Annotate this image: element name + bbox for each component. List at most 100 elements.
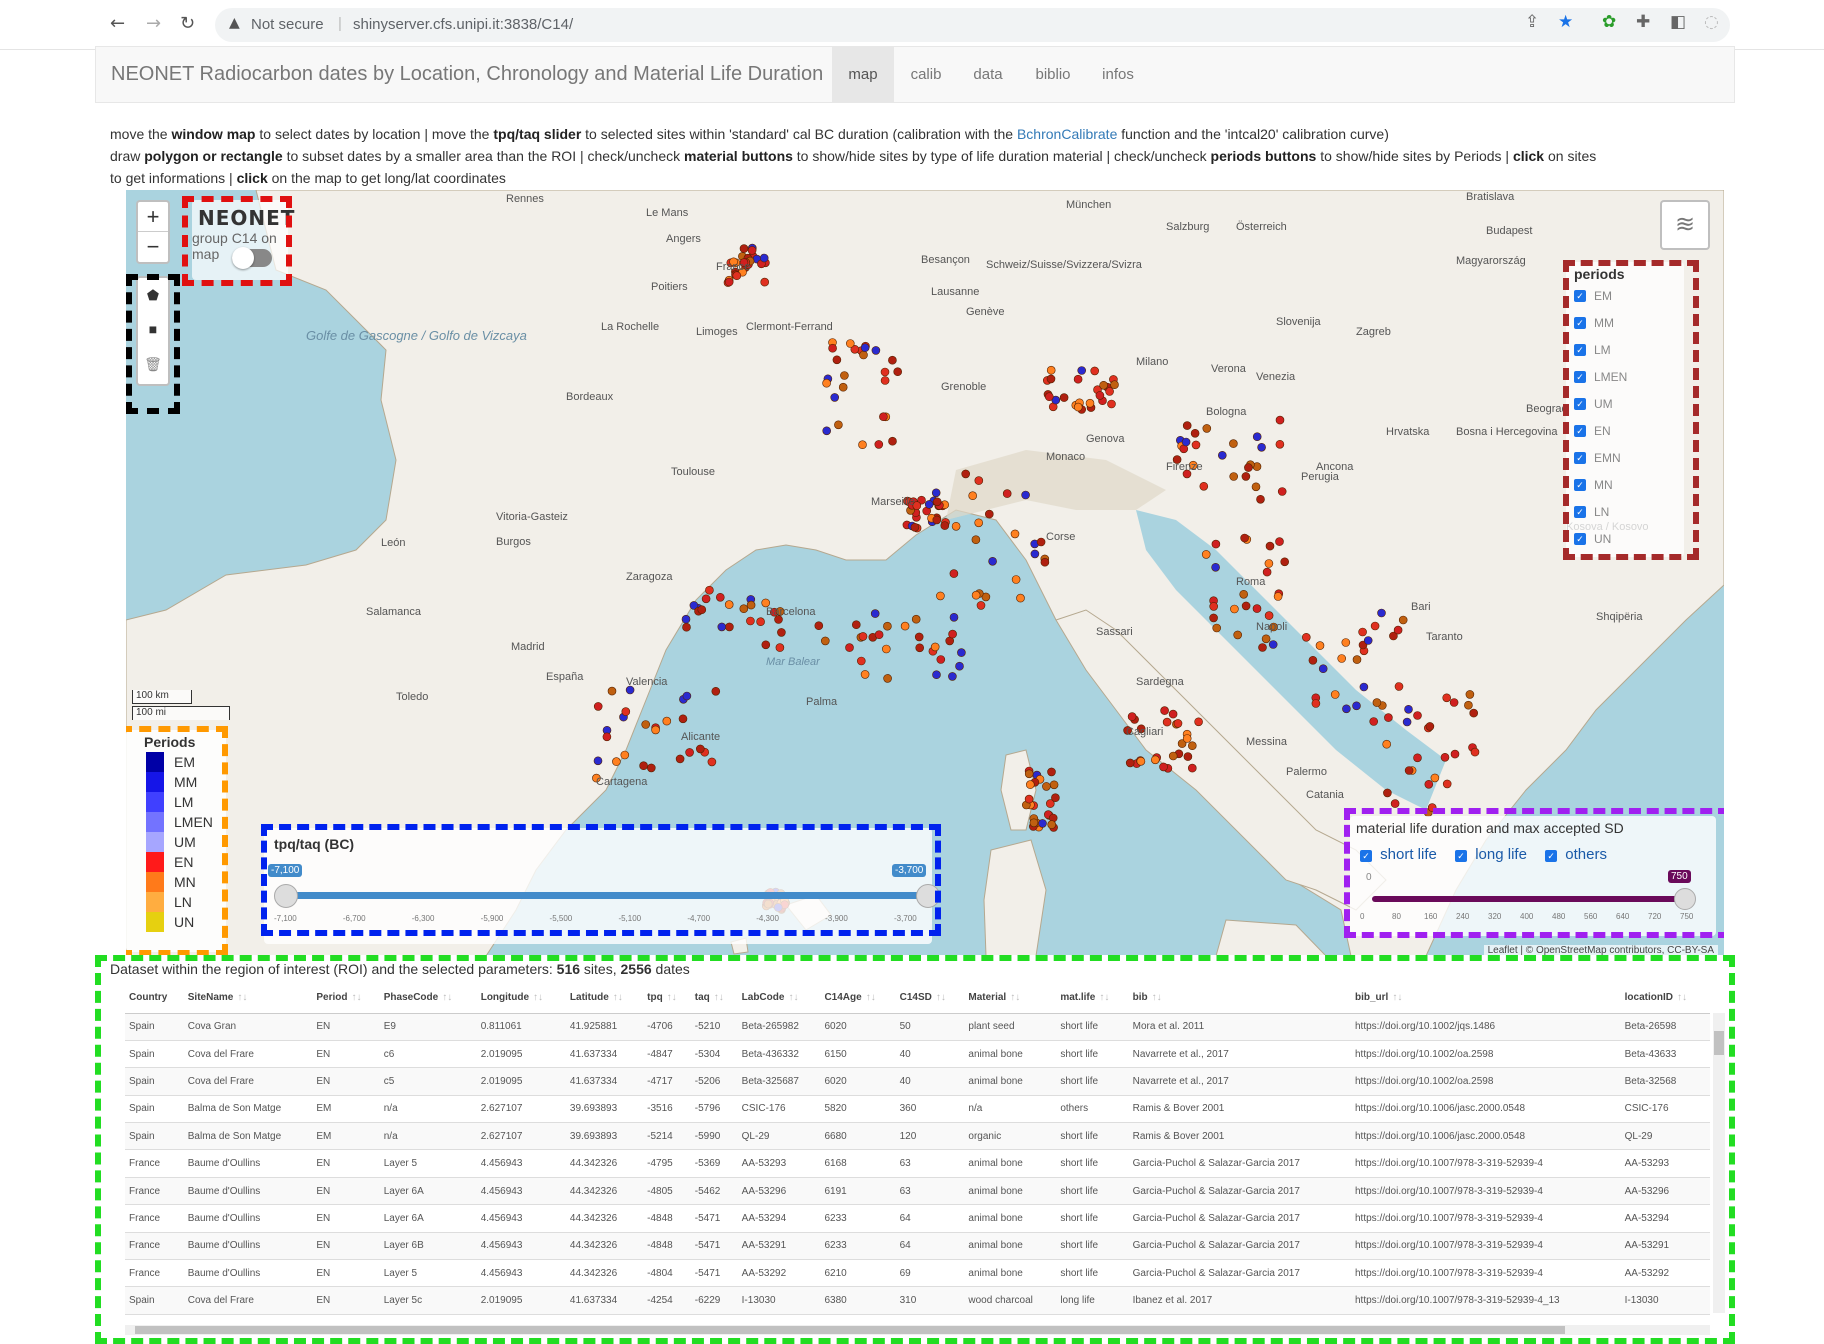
site-marker[interactable] [968,491,978,501]
site-marker[interactable] [915,643,925,653]
site-marker[interactable] [1440,752,1450,762]
site-marker[interactable] [1341,638,1351,647]
site-marker[interactable] [1262,567,1272,577]
site-marker[interactable] [1240,533,1249,543]
site-marker[interactable] [1442,779,1452,789]
site-marker[interactable] [888,436,897,446]
site-marker[interactable] [1359,682,1369,692]
site-marker[interactable] [1384,713,1393,722]
site-marker[interactable] [1430,773,1440,783]
site-marker[interactable] [1159,762,1168,772]
site-marker[interactable] [1173,719,1183,728]
site-marker[interactable] [1275,440,1285,449]
site-marker[interactable] [707,757,717,767]
site-marker[interactable] [932,497,942,507]
site-marker[interactable] [974,518,984,528]
site-marker[interactable] [1413,753,1422,763]
site-marker[interactable] [1199,481,1209,491]
tab-infos[interactable]: infos [1088,47,1148,102]
site-marker[interactable] [1239,589,1248,599]
site-marker[interactable] [607,686,617,696]
site-marker[interactable] [940,521,950,530]
site-marker[interactable] [1264,611,1274,620]
layers-button[interactable]: ≋ [1660,200,1710,250]
site-marker[interactable] [971,590,981,600]
tab-data[interactable]: data [958,47,1018,102]
site-marker[interactable] [1302,632,1311,642]
site-marker[interactable] [1465,690,1475,699]
site-marker[interactable] [948,672,957,681]
site-marker[interactable] [814,621,824,631]
site-marker[interactable] [900,621,910,631]
site-marker[interactable] [1470,747,1480,757]
site-marker[interactable] [1442,693,1451,703]
site-marker[interactable] [880,376,890,385]
site-marker[interactable] [593,756,603,766]
site-marker[interactable] [695,744,705,754]
site-marker[interactable] [1308,655,1318,665]
site-marker[interactable] [955,661,964,671]
site-marker[interactable] [1404,704,1413,714]
site-marker[interactable] [1201,550,1211,559]
bchron-link[interactable]: BchronCalibrate [1017,126,1117,142]
site-marker[interactable] [860,343,870,352]
site-marker[interactable] [724,600,734,609]
site-marker[interactable] [1342,704,1351,714]
site-marker[interactable] [1390,799,1400,808]
site-marker[interactable] [1191,440,1201,450]
site-marker[interactable] [777,628,786,637]
site-marker[interactable] [1182,421,1192,430]
site-marker[interactable] [1275,537,1284,546]
site-marker[interactable] [911,614,921,624]
site-marker[interactable] [1469,708,1478,718]
site-marker[interactable] [1261,634,1271,644]
site-marker[interactable] [739,604,749,614]
site-marker[interactable] [856,656,866,666]
site-marker[interactable] [620,750,630,760]
site-marker[interactable] [1168,709,1178,719]
site-marker[interactable] [1241,472,1251,481]
site-marker[interactable] [1040,557,1050,567]
site-marker[interactable] [1311,699,1321,708]
site-marker[interactable] [1363,636,1373,645]
site-marker[interactable] [1010,529,1020,539]
site-marker[interactable] [1047,820,1057,829]
reload-icon[interactable]: ↻ [180,13,195,34]
site-marker[interactable] [1337,654,1346,663]
site-marker[interactable] [760,277,770,287]
site-marker[interactable] [1211,539,1221,549]
site-marker[interactable] [1168,751,1178,761]
site-marker[interactable] [747,246,757,255]
zoom-in-button[interactable]: + [138,202,168,232]
site-marker[interactable] [724,277,734,287]
site-marker[interactable] [1382,739,1391,749]
share-icon[interactable]: ⇪ [1525,12,1539,32]
site-marker[interactable] [775,643,785,652]
site-marker[interactable] [602,732,612,742]
site-marker[interactable] [1402,717,1412,727]
site-marker[interactable] [1029,818,1039,828]
site-marker[interactable] [639,761,648,771]
site-marker[interactable] [874,440,884,449]
site-marker[interactable] [1182,734,1192,743]
site-marker[interactable] [1127,712,1137,721]
site-marker[interactable] [1188,763,1197,773]
site-marker[interactable] [1194,717,1203,727]
site-marker[interactable] [1251,482,1261,492]
site-marker[interactable] [1110,380,1119,389]
site-marker[interactable] [1046,365,1056,375]
site-marker[interactable] [931,488,941,498]
site-marker[interactable] [1209,602,1218,611]
site-marker[interactable] [961,469,971,479]
site-marker[interactable] [910,522,920,532]
site-marker[interactable] [1277,487,1287,496]
site-marker[interactable] [949,612,959,622]
site-marker[interactable] [593,702,603,711]
site-marker[interactable] [711,686,721,696]
site-marker[interactable] [932,670,941,680]
site-marker[interactable] [678,714,688,724]
site-marker[interactable] [612,757,621,766]
site-marker[interactable] [715,592,725,602]
site-marker[interactable] [1044,392,1054,401]
site-marker[interactable] [888,355,897,365]
